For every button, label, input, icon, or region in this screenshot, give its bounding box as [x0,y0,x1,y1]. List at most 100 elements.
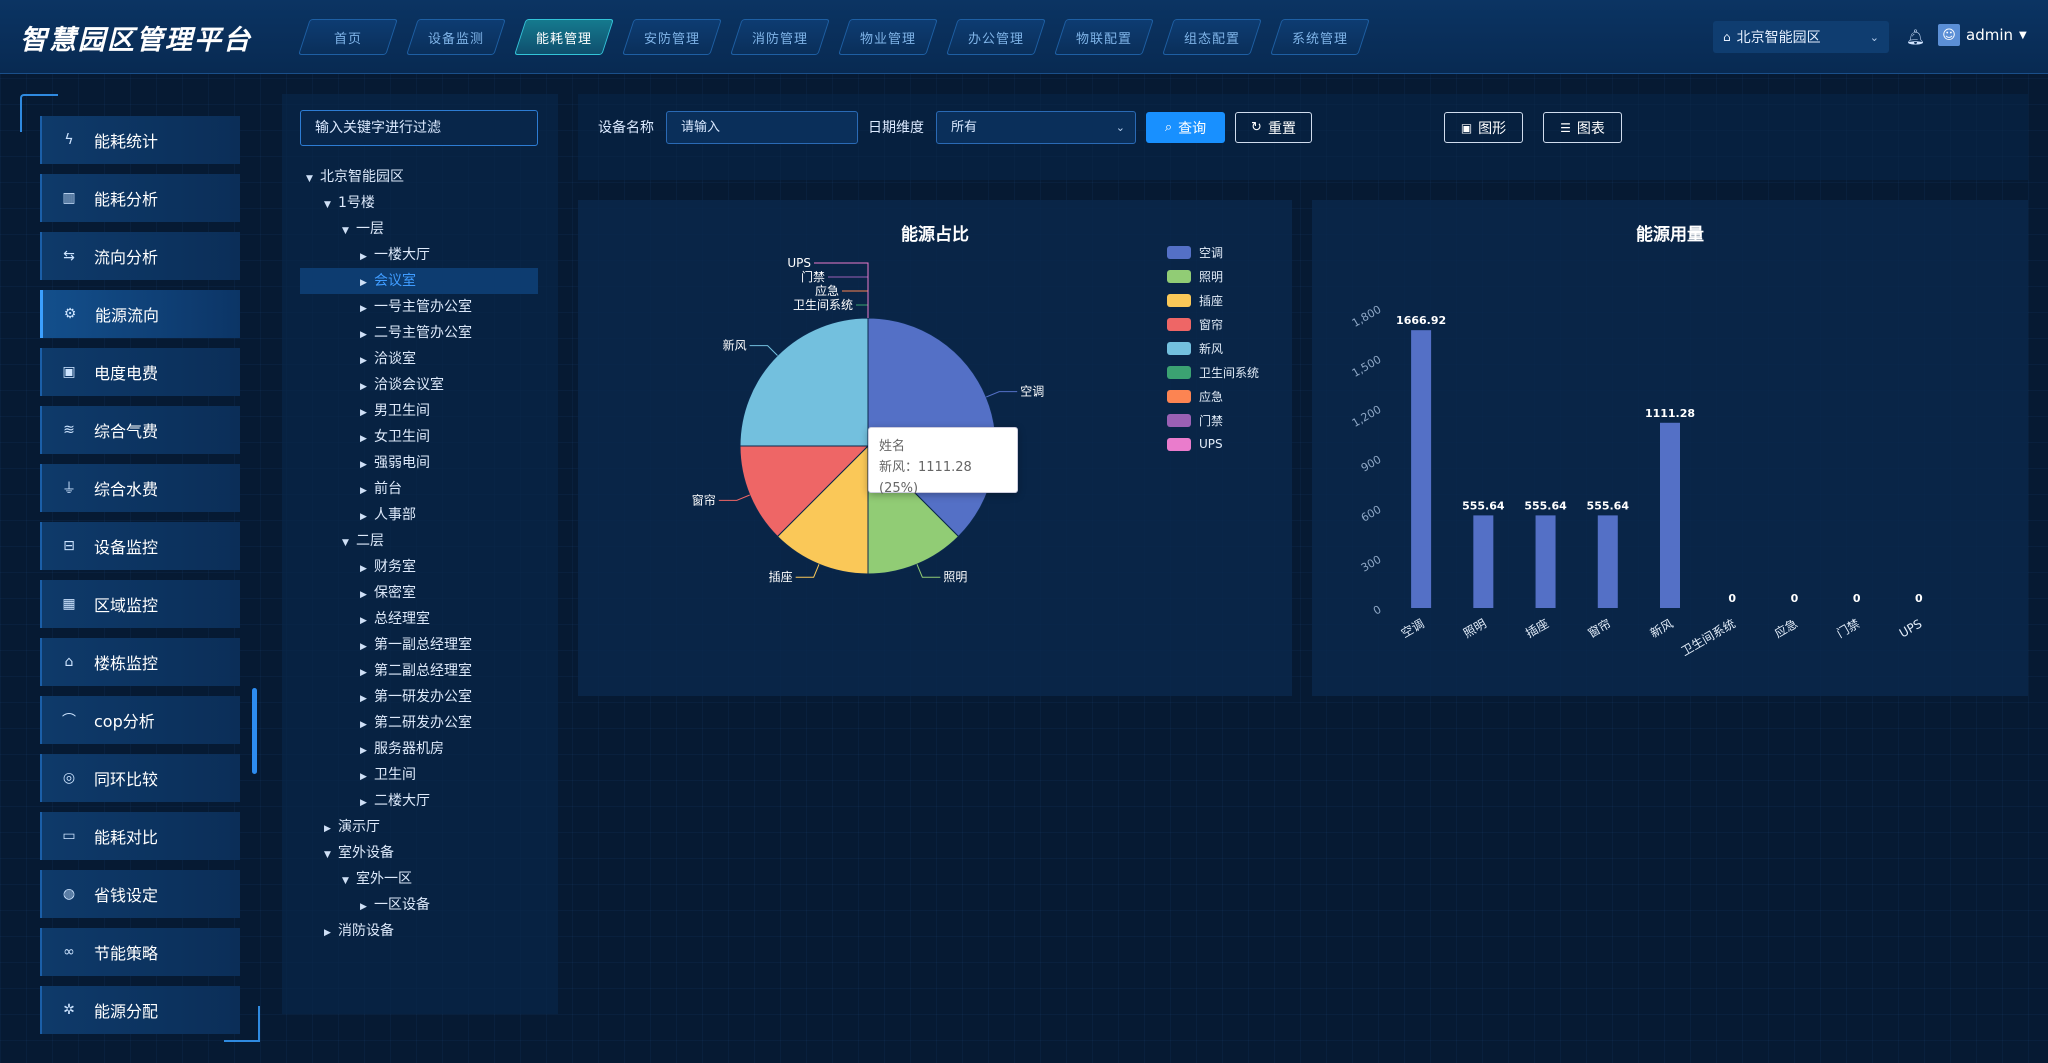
caret-right-icon[interactable]: ▶ [360,556,374,582]
side-menu-scrollbar[interactable] [252,688,257,774]
side-menu-item[interactable]: ⚙ 能源流向 [40,290,240,338]
caret-down-icon[interactable]: ▼ [342,868,356,894]
side-menu-item[interactable]: ⌂ 楼栋监控 [40,638,240,686]
nav-item[interactable]: 系统管理 [1270,15,1370,59]
tree-node[interactable]: ▶ 财务室 [300,554,538,580]
tree-node[interactable]: ▶ 一号主管办公室 [300,294,538,320]
nav-item[interactable]: 办公管理 [946,15,1046,59]
caret-right-icon[interactable]: ▶ [324,816,338,842]
tree-node[interactable]: ▶ 二楼大厅 [300,788,538,814]
tree-node[interactable]: ▶ 女卫生间 [300,424,538,450]
caret-right-icon[interactable]: ▶ [360,296,374,322]
side-menu-item[interactable]: ▭ 能耗对比 [40,812,240,860]
tree-node[interactable]: ▶ 洽谈室 [300,346,538,372]
tree-node[interactable]: ▶ 第二副总经理室 [300,658,538,684]
legend-item[interactable]: 应急 [1167,384,1259,408]
caret-right-icon[interactable]: ▶ [360,738,374,764]
caret-down-icon[interactable]: ▼ [324,842,338,868]
bar[interactable] [1535,515,1556,608]
side-menu-item[interactable]: ⇆ 流向分析 [40,232,240,280]
tree-node[interactable]: ▶ 保密室 [300,580,538,606]
tree-node[interactable]: ▶ 演示厅 [300,814,538,840]
caret-right-icon[interactable]: ▶ [360,712,374,738]
tree-node[interactable]: ▼ 室外设备 [300,840,538,866]
caret-right-icon[interactable]: ▶ [360,322,374,348]
legend-item[interactable]: UPS [1167,432,1259,456]
tree-node[interactable]: ▶ 二号主管办公室 [300,320,538,346]
nav-item[interactable]: 物联配置 [1054,15,1154,59]
tree-node[interactable]: ▶ 前台 [300,476,538,502]
bar[interactable] [1411,330,1432,608]
tree-node[interactable]: ▶ 第一研发办公室 [300,684,538,710]
date-dimension-select[interactable]: 所有 ⌄ [936,111,1136,144]
side-menu-item[interactable]: ◍ 省钱设定 [40,870,240,918]
tree-filter-input[interactable]: 输入关键字进行过滤 [300,110,538,146]
tree-node[interactable]: ▶ 一区设备 [300,892,538,918]
table-view-button[interactable]: ☰ 图表 [1543,112,1622,143]
caret-right-icon[interactable]: ▶ [360,686,374,712]
graph-view-button[interactable]: ▣ 图形 [1444,112,1523,143]
side-menu-item[interactable]: ∞ 节能策略 [40,928,240,976]
caret-right-icon[interactable]: ▶ [360,764,374,790]
side-menu-item[interactable]: ⊟ 设备监控 [40,522,240,570]
tree-node[interactable]: ▶ 卫生间 [300,762,538,788]
nav-item[interactable]: 能耗管理 [514,15,614,59]
legend-item[interactable]: 窗帘 [1167,312,1259,336]
bell-icon[interactable]: 🔔︎ [1906,28,1925,46]
tree-node[interactable]: ▼ 室外一区 [300,866,538,892]
tree-node[interactable]: ▶ 一楼大厅 [300,242,538,268]
caret-right-icon[interactable]: ▶ [360,790,374,816]
caret-right-icon[interactable]: ▶ [360,244,374,270]
tree-node[interactable]: ▶ 人事部 [300,502,538,528]
tree-node[interactable]: ▶ 强弱电间 [300,450,538,476]
legend-item[interactable]: 插座 [1167,288,1259,312]
legend-item[interactable]: 门禁 [1167,408,1259,432]
caret-right-icon[interactable]: ▶ [360,374,374,400]
side-menu-item[interactable]: ⏚ 综合水费 [40,464,240,512]
tree-node[interactable]: ▼ 北京智能园区 [300,164,538,190]
tree-node[interactable]: ▶ 第二研发办公室 [300,710,538,736]
caret-right-icon[interactable]: ▶ [360,634,374,660]
tree-node[interactable]: ▶ 总经理室 [300,606,538,632]
nav-item[interactable]: 组态配置 [1162,15,1262,59]
caret-down-icon[interactable]: ▼ [306,166,320,192]
side-menu-item[interactable]: ϟ 能耗统计 [40,116,240,164]
nav-item[interactable]: 首页 [298,15,398,59]
legend-item[interactable]: 新风 [1167,336,1259,360]
nav-item[interactable]: 消防管理 [730,15,830,59]
side-menu-item[interactable]: ✲ 能源分配 [40,986,240,1034]
device-name-input[interactable]: 请输入 [666,111,858,144]
user-menu[interactable]: ☺ admin ▼ [1938,24,2027,46]
pie-slice[interactable] [739,317,869,447]
bar[interactable] [1473,515,1494,608]
caret-right-icon[interactable]: ▶ [360,608,374,634]
side-menu-item[interactable]: ◎ 同环比较 [40,754,240,802]
nav-item[interactable]: 设备监测 [406,15,506,59]
reset-button[interactable]: ↻ 重置 [1235,112,1312,143]
side-menu-item[interactable]: ▥ 能耗分析 [40,174,240,222]
legend-item[interactable]: 照明 [1167,264,1259,288]
caret-right-icon[interactable]: ▶ [360,270,374,296]
bar[interactable] [1660,422,1680,608]
tree-node[interactable]: ▼ 1号楼 [300,190,538,216]
caret-right-icon[interactable]: ▶ [360,660,374,686]
caret-right-icon[interactable]: ▶ [360,478,374,504]
tree-node[interactable]: ▶ 会议室 [300,268,538,294]
tree-node[interactable]: ▼ 二层 [300,528,538,554]
tree-node[interactable]: ▶ 洽谈会议室 [300,372,538,398]
nav-item[interactable]: 物业管理 [838,15,938,59]
caret-right-icon[interactable]: ▶ [360,504,374,530]
caret-right-icon[interactable]: ▶ [360,426,374,452]
legend-item[interactable]: 卫生间系统 [1167,360,1259,384]
caret-down-icon[interactable]: ▼ [324,192,338,218]
caret-right-icon[interactable]: ▶ [360,452,374,478]
side-menu-item[interactable]: ≋ 综合气费 [40,406,240,454]
caret-right-icon[interactable]: ▶ [324,920,338,946]
caret-right-icon[interactable]: ▶ [360,894,374,920]
tree-node[interactable]: ▶ 服务器机房 [300,736,538,762]
tree-node[interactable]: ▼ 一层 [300,216,538,242]
tree-node[interactable]: ▶ 男卫生间 [300,398,538,424]
search-button[interactable]: ⌕ 查询 [1146,112,1225,143]
legend-item[interactable]: 空调 [1167,240,1259,264]
side-menu-item[interactable]: ⌒ cop分析 [40,696,240,744]
